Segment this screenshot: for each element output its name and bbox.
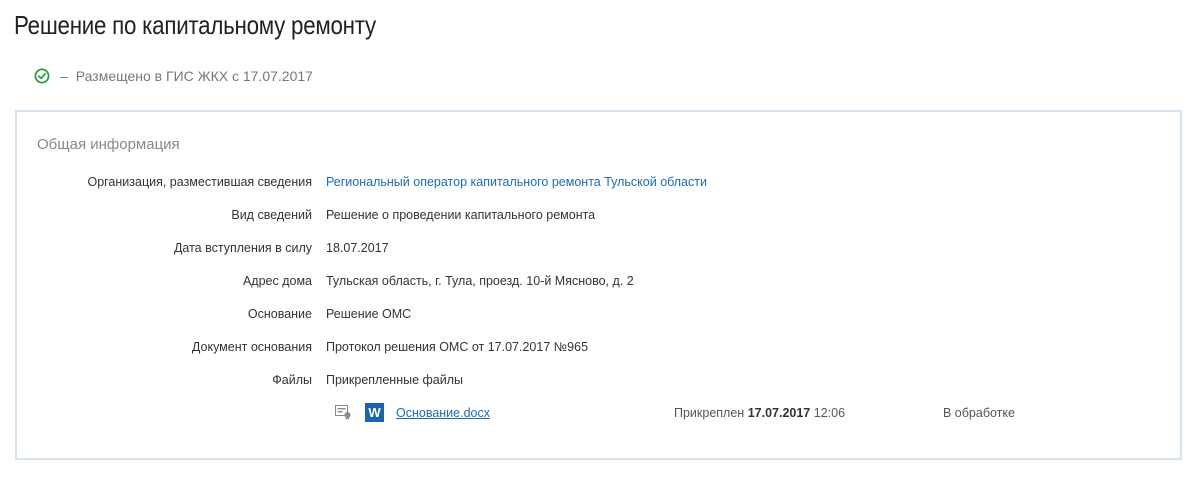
field-label: Организация, разместившая сведения [87,175,312,189]
field-organization: Организация, разместившая сведения Регио… [17,172,1180,192]
field-value: Решение ОМС [326,307,412,321]
status-separator: – [60,68,68,84]
section-title: Общая информация [37,136,180,153]
field-label: Файлы [272,373,312,387]
field-label: Документ основания [191,340,312,354]
field-label: Адрес дома [242,274,312,288]
word-document-icon: W [365,403,384,422]
attached-time: 12:06 [813,406,846,420]
publication-status: – Размещено в ГИС ЖКХ с 17.07.2017 [34,68,313,84]
attached-label: Прикреплен [674,406,745,420]
field-value: Протокол решения ОМС от 17.07.2017 №965 [326,340,589,354]
attached-file-row: W Основание.docx Прикреплен 17.07.2017 1… [17,402,1180,424]
file-download-link[interactable]: Основание.docx [396,402,490,424]
field-value: 18.07.2017 [326,241,389,255]
file-status: В обработке [943,406,1015,420]
file-attached-info: Прикреплен 17.07.2017 12:06 [674,402,845,424]
check-circle-icon [34,68,50,84]
field-basis-document: Документ основания Протокол решения ОМС … [17,337,1180,357]
general-info-panel: Общая информация Организация, разместивш… [15,110,1182,460]
signature-certificate-icon[interactable] [335,405,352,420]
field-value: Решение о проведении капитального ремонт… [326,208,596,222]
attached-date: 17.07.2017 [747,406,811,420]
field-value: Тульская область, г. Тула, проезд. 10-й … [326,274,634,288]
field-files: Файлы Прикрепленные файлы [17,370,1180,390]
field-info-type: Вид сведений Решение о проведении капита… [17,205,1180,225]
page-title: Решение по капитальному ремонту [14,10,376,40]
organization-link[interactable]: Региональный оператор капитального ремон… [326,172,707,192]
field-label: Дата вступления в силу [173,241,312,255]
status-text: Размещено в ГИС ЖКХ с 17.07.2017 [75,68,313,84]
field-address: Адрес дома Тульская область, г. Тула, пр… [17,271,1180,291]
field-label: Вид сведений [231,208,312,222]
field-label: Основание [247,307,312,321]
field-basis: Основание Решение ОМС [17,304,1180,324]
field-effective-date: Дата вступления в силу 18.07.2017 [17,238,1180,258]
field-value: Прикрепленные файлы [326,373,464,387]
